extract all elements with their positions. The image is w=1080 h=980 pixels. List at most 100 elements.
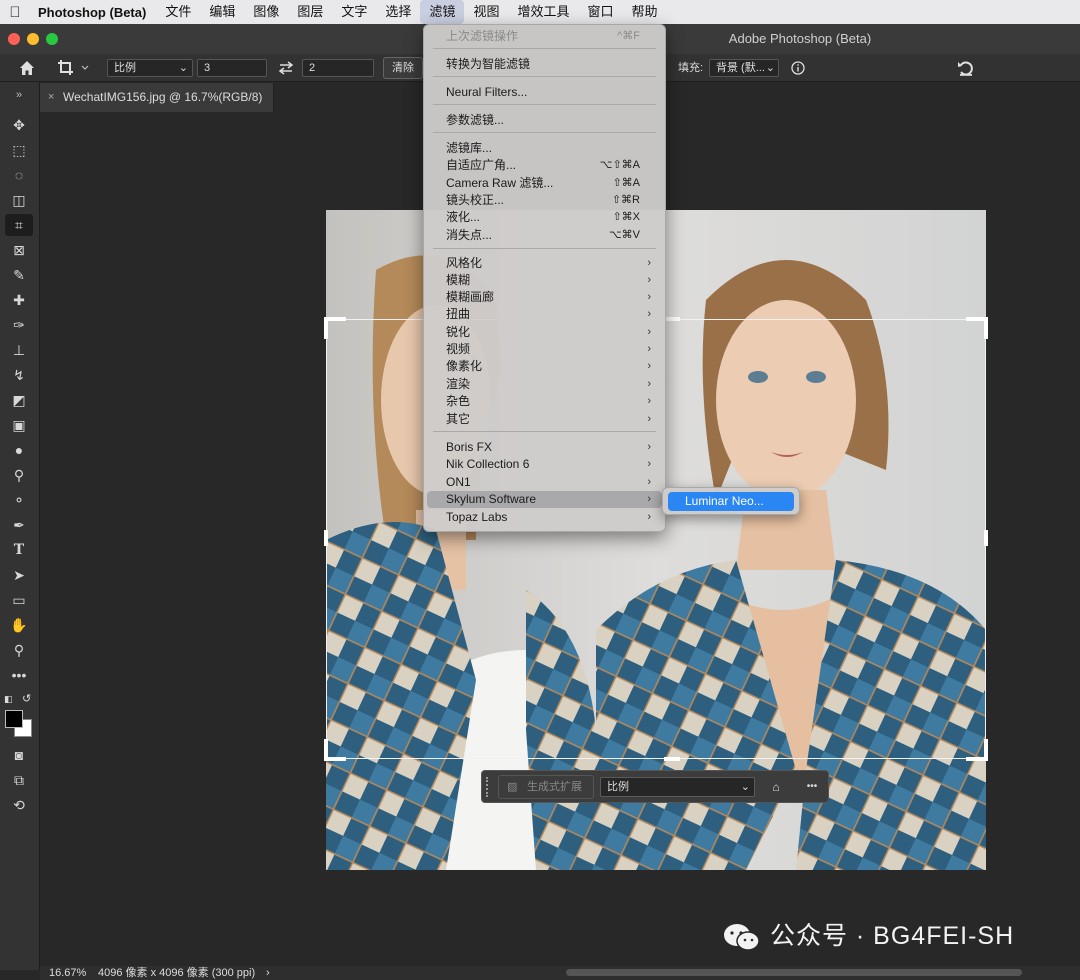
ratio-select[interactable]: 比例 ⌄ <box>107 59 193 77</box>
reset-icon[interactable] <box>955 57 977 79</box>
object-selection-tool-icon[interactable]: ◌ <box>5 164 33 186</box>
rectangle-tool-icon[interactable]: ▭ <box>5 589 33 611</box>
default-colors-icon[interactable]: ◧ <box>4 694 13 705</box>
close-tab-icon[interactable]: × <box>48 83 54 112</box>
zoom-level[interactable]: 16.67% <box>49 966 86 980</box>
screen-mode-icon[interactable]: ⧉ <box>5 769 33 791</box>
blur-tool-icon[interactable]: ● <box>5 439 33 461</box>
move-tool-icon[interactable]: ✥ <box>5 114 33 136</box>
menu-plugins[interactable]: 增效工具 <box>508 0 578 24</box>
context-ratio-select[interactable]: 比例 ⌄ <box>600 777 755 797</box>
crop-icon[interactable] <box>55 57 91 79</box>
minimize-window-button[interactable] <box>27 33 39 45</box>
filter-menu-item[interactable]: Camera Raw 滤镜... ⇧⌘A <box>423 175 666 192</box>
crop-handle-bottom[interactable] <box>664 757 680 761</box>
type-tool-icon[interactable]: T <box>5 539 33 561</box>
horizontal-scrollbar[interactable] <box>566 969 1022 976</box>
gradient-tool-icon[interactable]: ▣ <box>5 414 33 436</box>
filter-menu-item[interactable]: 液化... ⇧⌘X <box>423 209 666 226</box>
close-window-button[interactable] <box>8 33 20 45</box>
filter-menu-item[interactable]: 滤镜库... <box>423 140 666 157</box>
menu-edit[interactable]: 编辑 <box>200 0 244 24</box>
dodge-tool-icon[interactable]: ⚲ <box>5 464 33 486</box>
filter-menu-item[interactable]: 视频 › <box>423 341 666 358</box>
swap-icon[interactable] <box>277 58 295 78</box>
menu-filter[interactable]: 滤镜 <box>420 0 465 24</box>
filter-menu-item[interactable]: 上次滤镜操作 ^⌘F <box>423 28 666 45</box>
width-input[interactable]: 3 <box>197 59 267 77</box>
quick-mask-icon[interactable]: ◙ <box>5 744 33 766</box>
share-icon[interactable]: ⟲ <box>5 794 33 816</box>
filter-menu-item[interactable]: 自适应广角... ⌥⇧⌘A <box>423 157 666 174</box>
height-input[interactable]: 2 <box>302 59 374 77</box>
more-tools-icon[interactable]: ••• <box>5 664 33 686</box>
window-title: Adobe Photoshop (Beta) <box>728 31 872 46</box>
filter-menu-item[interactable]: 像素化 › <box>423 358 666 375</box>
menu-window[interactable]: 窗口 <box>578 0 622 24</box>
sponge-tool-icon[interactable]: ⚬ <box>5 489 33 511</box>
eraser-tool-icon[interactable]: ◩ <box>5 389 33 411</box>
menu-separator <box>433 104 656 105</box>
zoom-window-button[interactable] <box>46 33 58 45</box>
filter-menu-item[interactable]: Boris FX › <box>423 439 666 456</box>
menu-layer[interactable]: 图层 <box>288 0 332 24</box>
filter-menu-item[interactable]: 参数滤镜... <box>423 112 666 129</box>
crop-handle-right[interactable] <box>984 530 988 546</box>
filter-menu-item[interactable]: 镜头校正... ⇧⌘R <box>423 192 666 209</box>
marquee-tool-icon[interactable]: ⬚ <box>5 139 33 161</box>
filter-menu-item[interactable]: 模糊画廊 › <box>423 289 666 306</box>
path-selection-tool-icon[interactable]: ➤ <box>5 564 33 586</box>
filter-menu-item[interactable]: 风格化 › <box>423 255 666 272</box>
menu-file[interactable]: 文件 <box>156 0 200 24</box>
info-icon[interactable] <box>789 59 807 77</box>
fill-select[interactable]: 背景 (默... ⌄ <box>709 59 779 77</box>
more-options-icon[interactable]: ••• <box>800 778 824 796</box>
filter-menu-item[interactable]: 锐化 › <box>423 324 666 341</box>
filter-menu-item[interactable]: Neural Filters... <box>423 84 666 101</box>
history-brush-tool-icon[interactable]: ↯ <box>5 364 33 386</box>
hand-tool-icon[interactable]: ✋ <box>5 614 33 636</box>
zoom-tool-icon[interactable]: ⚲ <box>5 639 33 661</box>
generative-expand-button[interactable]: ▨ 生成式扩展 <box>498 775 594 799</box>
menu-app-name[interactable]: Photoshop (Beta) <box>30 5 156 20</box>
crop-options-icon[interactable]: ⌂ <box>766 778 786 796</box>
filter-menu-item[interactable]: 渲染 › <box>423 376 666 393</box>
menu-type[interactable]: 文字 <box>332 0 376 24</box>
filter-menu-item[interactable]: Skylum Software › <box>427 491 662 508</box>
clone-stamp-tool-icon[interactable]: ⊥ <box>5 339 33 361</box>
filter-menu-item[interactable]: 扭曲 › <box>423 306 666 323</box>
swap-colors-icon[interactable]: ↺ <box>22 692 31 705</box>
menu-item-luminar-neo[interactable]: Luminar Neo... <box>668 492 794 511</box>
status-menu-icon[interactable]: › <box>266 966 270 980</box>
healing-brush-tool-icon[interactable]: ✚ <box>5 289 33 311</box>
quick-selection-tool-icon[interactable]: ◫ <box>5 189 33 211</box>
filter-menu-item[interactable]: 消失点... ⌥⌘V <box>423 227 666 244</box>
eyedropper-tool-icon[interactable]: ✎ <box>5 264 33 286</box>
submenu-arrow-icon: › <box>647 291 651 303</box>
menu-image[interactable]: 图像 <box>244 0 288 24</box>
watermark: 公众号 · BG4FEI-SH <box>722 918 1014 954</box>
clear-button[interactable]: 清除 <box>383 57 423 79</box>
brush-tool-icon[interactable]: ✑ <box>5 314 33 336</box>
filter-menu-item[interactable]: 其它 › <box>423 411 666 428</box>
drag-handle[interactable] <box>486 777 490 797</box>
apple-logo-icon[interactable]:  <box>0 4 30 21</box>
filter-menu-item[interactable]: 模糊 › <box>423 272 666 289</box>
crop-handle-left[interactable] <box>324 530 328 546</box>
collapse-panel-icon[interactable]: » <box>5 84 33 106</box>
home-icon[interactable] <box>16 57 38 79</box>
filter-menu-item[interactable]: 转换为智能滤镜 <box>423 56 666 73</box>
crop-tool-icon[interactable]: ⌗ <box>5 214 33 236</box>
menu-help[interactable]: 帮助 <box>622 0 666 24</box>
crop-handle-top[interactable] <box>664 317 680 321</box>
filter-menu-item[interactable]: Topaz Labs › <box>423 509 666 526</box>
filter-menu-item[interactable]: 杂色 › <box>423 393 666 410</box>
foreground-color-swatch[interactable] <box>5 710 23 728</box>
menu-view[interactable]: 视图 <box>464 0 508 24</box>
filter-menu-item[interactable]: ON1 › <box>423 474 666 491</box>
frame-tool-icon[interactable]: ⊠ <box>5 239 33 261</box>
menu-select[interactable]: 选择 <box>376 0 420 24</box>
filter-menu-item[interactable]: Nik Collection 6 › <box>423 456 666 473</box>
pen-tool-icon[interactable]: ✒ <box>5 514 33 536</box>
document-tab[interactable]: × WechatIMG156.jpg @ 16.7%(RGB/8) <box>40 83 274 112</box>
